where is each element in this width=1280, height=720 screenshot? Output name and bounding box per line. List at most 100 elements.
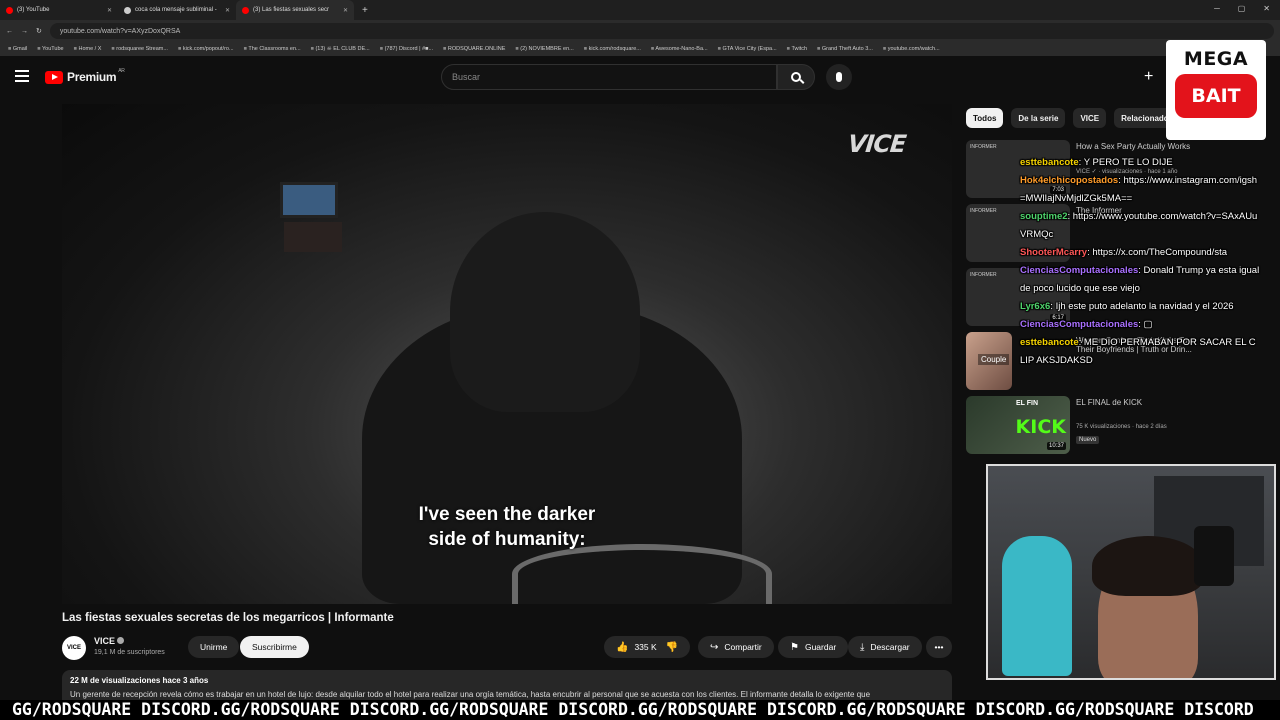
chat-text: Ijh este puto adelanto la navidad y el 2… bbox=[1055, 301, 1234, 312]
video-player[interactable]: VICE I've seen the darker side of humani… bbox=[62, 104, 952, 604]
description-meta: 22 M de visualizaciones hace 3 años bbox=[70, 676, 209, 685]
bookmark-item[interactable]: GTA Vice City (Espa... bbox=[718, 46, 776, 52]
chip-vice[interactable]: VICE bbox=[1073, 108, 1107, 128]
chat-message: CienciasComputacionales: Donald Trump ya… bbox=[1020, 265, 1260, 294]
download-icon: ⤓ bbox=[860, 641, 865, 653]
mega-bait-badge: MEGA BAIT bbox=[1166, 40, 1266, 140]
url-field[interactable]: youtube.com/watch?v=AXyzDoxQRSA bbox=[49, 23, 1274, 39]
search-button[interactable] bbox=[777, 64, 815, 90]
chat-message: souptime2: https://www.youtube.com/watch… bbox=[1020, 211, 1258, 240]
bookmark-item[interactable]: (787) Discord | #■... bbox=[380, 46, 433, 52]
bookmark-item[interactable]: Awesome-Nano-Ba... bbox=[651, 46, 707, 52]
close-tab-icon[interactable]: ✕ bbox=[225, 7, 230, 14]
browser-tab-bar: (3) YouTube ✕ coca cola mensaje sublimina… bbox=[0, 0, 1280, 20]
stream-chat-overlay: esttebancote: Y PERO TE LO DIJE Hok4elchi… bbox=[1020, 154, 1260, 370]
bookmark-icon: ⚑ bbox=[790, 641, 799, 653]
kick-logo: KICK bbox=[1015, 416, 1066, 438]
bookmark-item[interactable]: Home / X bbox=[74, 46, 101, 52]
youtube-favicon-icon bbox=[6, 6, 13, 14]
thumbnail-tag: INFORMER bbox=[970, 208, 997, 214]
voice-search-button[interactable] bbox=[826, 64, 852, 90]
close-tab-icon[interactable]: ✕ bbox=[343, 7, 348, 14]
hamburger-menu-icon[interactable] bbox=[15, 70, 29, 82]
bookmark-item[interactable]: The Classrooms en... bbox=[244, 46, 300, 52]
share-icon: ↪ bbox=[710, 641, 719, 653]
chat-message: ShooterMcarry: https://x.com/TheCompound… bbox=[1020, 247, 1227, 258]
new-badge: Nuevo bbox=[1076, 436, 1100, 444]
forward-icon[interactable]: → bbox=[21, 28, 28, 35]
more-actions-button[interactable]: ••• bbox=[926, 636, 952, 658]
channel-name[interactable]: VICE bbox=[94, 636, 125, 646]
bookmark-item[interactable]: YouTube bbox=[37, 46, 64, 52]
minimize-icon[interactable]: ─ bbox=[1214, 4, 1220, 13]
chat-username: souptime2 bbox=[1020, 211, 1068, 222]
background-monitor bbox=[280, 182, 338, 218]
tab-title: coca cola mensaje subliminal - bbox=[135, 7, 217, 13]
thumbnail-tag: Couple bbox=[978, 354, 1010, 365]
thumbs-down-icon[interactable]: 👎 bbox=[666, 642, 678, 653]
browser-tab[interactable]: (3) YouTube ✕ bbox=[0, 0, 118, 20]
chat-text: https://x.com/TheCompound/sta bbox=[1092, 247, 1227, 258]
webcam-microphone bbox=[1194, 526, 1234, 586]
search-input[interactable]: Buscar bbox=[441, 64, 777, 90]
bookmark-item[interactable]: (2) NOVIEMBRE en... bbox=[515, 46, 574, 52]
thumbs-up-icon[interactable]: 👍 bbox=[616, 642, 628, 653]
new-tab-button[interactable]: + bbox=[354, 5, 376, 16]
chat-message: Hok4elchicopostados: https://www.instagr… bbox=[1020, 175, 1258, 204]
download-label: Descargar bbox=[870, 642, 910, 652]
chat-message: CienciasComputacionales: ▢ bbox=[1020, 319, 1153, 330]
close-window-icon[interactable]: ✕ bbox=[1263, 4, 1270, 13]
youtube-play-icon bbox=[45, 70, 63, 84]
save-button[interactable]: ⚑ Guardar bbox=[778, 636, 849, 658]
bookmark-item[interactable]: (13) ☠ EL CLUB DE... bbox=[311, 46, 369, 52]
browser-tab-active[interactable]: (3) Las fiestas sexuales secr ✕ bbox=[236, 0, 354, 20]
video-thumbnail[interactable]: EL FIN KICK 10:37 bbox=[966, 396, 1070, 454]
share-label: Compartir bbox=[724, 642, 762, 652]
thumbnail-tag: INFORMER bbox=[970, 144, 997, 150]
chat-username: Hok4elchicopostados bbox=[1020, 175, 1119, 186]
recommended-title[interactable]: EL FINAL de KICK bbox=[1076, 398, 1206, 407]
subscriber-count: 19,1 M de suscriptores bbox=[94, 649, 165, 656]
share-button[interactable]: ↪ Compartir bbox=[698, 636, 774, 658]
bookmark-item[interactable]: Grand Theft Auto 3... bbox=[817, 46, 873, 52]
filter-chips: Todos De la serie VICE Relacionado bbox=[966, 108, 1176, 128]
chat-username: Lyr6x6 bbox=[1020, 301, 1051, 312]
close-tab-icon[interactable]: ✕ bbox=[107, 7, 112, 14]
webcam-streamer-hair bbox=[1092, 536, 1204, 596]
reload-icon[interactable]: ↻ bbox=[36, 27, 42, 35]
maximize-icon[interactable]: ▢ bbox=[1238, 4, 1246, 13]
create-button[interactable]: + bbox=[1144, 68, 1153, 86]
logo-text: Premium bbox=[67, 70, 117, 84]
youtube-premium-logo[interactable]: Premium AR bbox=[45, 68, 125, 84]
discord-ticker: GG/RODSQUARE DISCORD.GG/RODSQUARE DISCOR… bbox=[0, 700, 1280, 720]
browser-tab[interactable]: coca cola mensaje subliminal - ✕ bbox=[118, 0, 236, 20]
more-horizontal-icon: ••• bbox=[934, 642, 944, 652]
tab-title: (3) YouTube bbox=[17, 7, 50, 13]
bookmark-item[interactable]: rodsquaree Stream... bbox=[111, 46, 168, 52]
thumbnail-tag: EL FIN bbox=[1016, 400, 1039, 407]
back-icon[interactable]: ← bbox=[6, 28, 13, 35]
bookmark-item[interactable]: Gmail bbox=[8, 46, 27, 52]
recommended-video[interactable]: EL FIN KICK 10:37 EL FINAL de KICK 75 K vi… bbox=[966, 396, 1266, 456]
download-button[interactable]: ⤓ Descargar bbox=[848, 636, 922, 658]
bookmark-item[interactable]: kick.com/popout/ro... bbox=[178, 46, 234, 52]
channel-avatar[interactable]: VICE bbox=[62, 636, 86, 660]
recommended-title[interactable]: How a Sex Party Actually Works bbox=[1076, 142, 1206, 151]
google-favicon-icon bbox=[124, 6, 131, 14]
video-thumbnail[interactable]: Couple bbox=[966, 332, 1012, 390]
chip-todos[interactable]: Todos bbox=[966, 108, 1004, 128]
bookmark-item[interactable]: youtube.com/watch... bbox=[883, 46, 940, 52]
bookmark-item[interactable]: RODSQUARE.ONLINE bbox=[443, 46, 505, 52]
chat-username: CienciasComputacionales bbox=[1020, 265, 1139, 276]
streamer-webcam bbox=[986, 464, 1276, 680]
chat-message: Lyr6x6: Ijh este puto adelanto la navida… bbox=[1020, 301, 1234, 312]
bookmark-item[interactable]: Twitch bbox=[787, 46, 807, 52]
chip-de-la-serie[interactable]: De la serie bbox=[1011, 108, 1066, 128]
window-controls: ─ ▢ ✕ bbox=[1214, 4, 1270, 13]
bookmark-item[interactable]: kick.com/rodsquare... bbox=[584, 46, 641, 52]
vice-watermark: VICE bbox=[847, 130, 908, 158]
like-count[interactable]: 335 K bbox=[634, 642, 656, 652]
subscribe-button[interactable]: Suscribirme bbox=[240, 636, 309, 658]
join-button[interactable]: Unirme bbox=[188, 636, 240, 658]
tab-title: (3) Las fiestas sexuales secr bbox=[253, 7, 330, 13]
